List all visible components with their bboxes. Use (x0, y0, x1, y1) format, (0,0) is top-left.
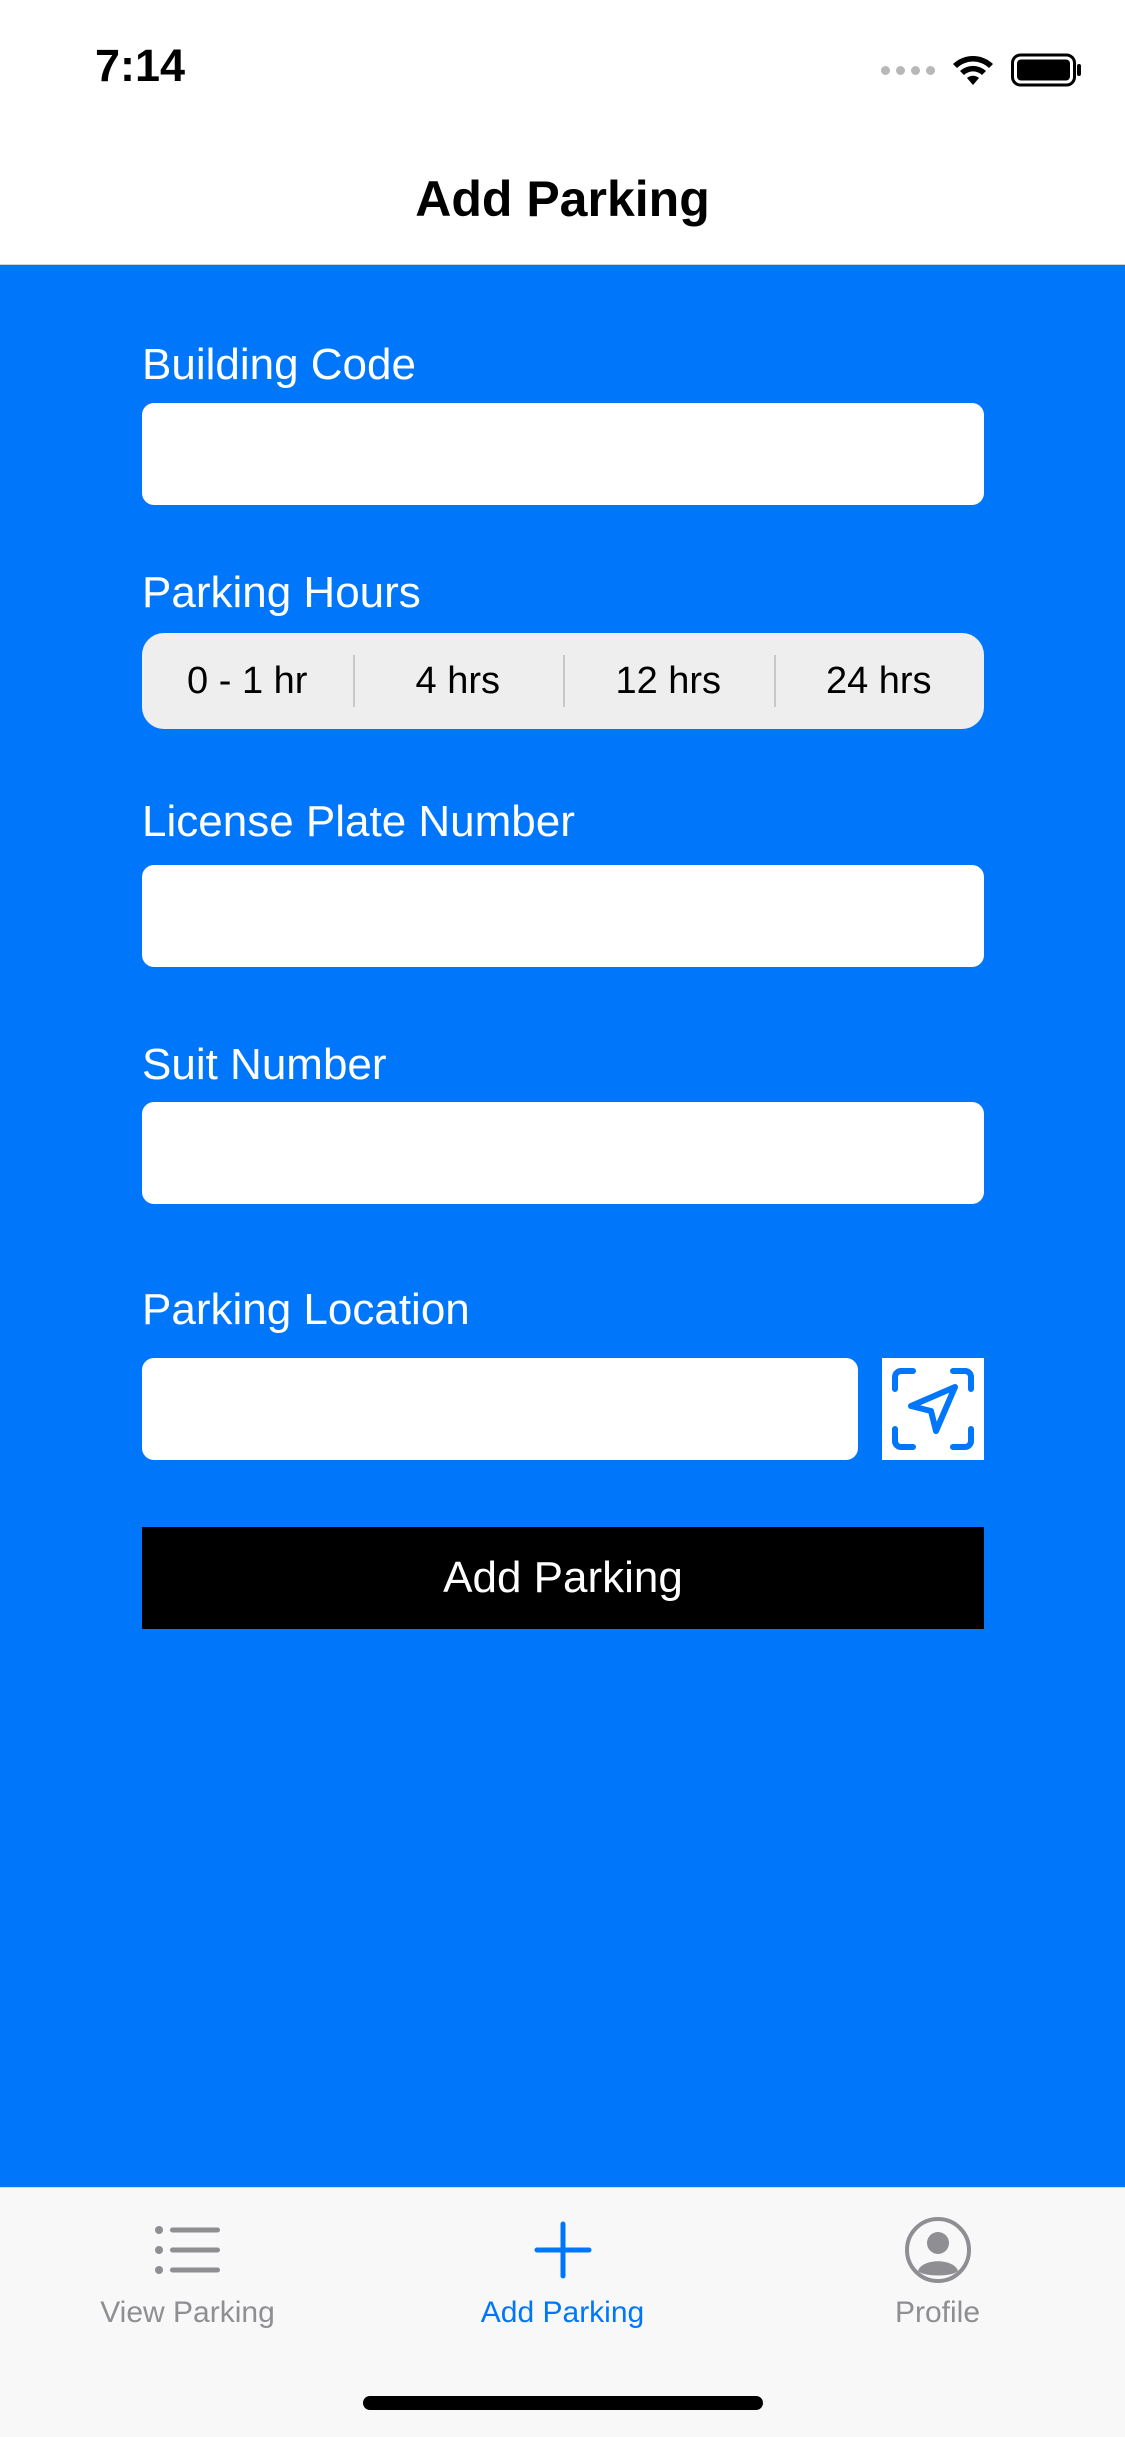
tab-add-parking-label: Add Parking (480, 2296, 645, 2329)
parking-hours-label: Parking Hours (142, 568, 421, 617)
segment-12-hrs[interactable]: 12 hrs (563, 633, 774, 729)
signal-icon (881, 65, 935, 75)
building-code-input[interactable] (142, 403, 984, 505)
building-code-label: Building Code (142, 340, 416, 389)
suit-number-label: Suit Number (142, 1040, 387, 1089)
page-title: Add Parking (415, 171, 710, 227)
parking-hours-segmented-control: 0 - 1 hr 4 hrs 12 hrs 24 hrs (142, 633, 984, 729)
navigation-bar: Add Parking (0, 132, 1125, 265)
battery-icon (1011, 53, 1081, 87)
segment-4-hrs[interactable]: 4 hrs (352, 633, 564, 729)
list-icon (154, 2226, 220, 2274)
tab-view-parking[interactable]: View Parking (0, 2188, 375, 2348)
status-bar: 7:14 (0, 0, 1125, 132)
current-location-button[interactable] (882, 1358, 984, 1460)
add-parking-button[interactable]: Add Parking (142, 1527, 984, 1629)
license-plate-label: License Plate Number (142, 797, 575, 846)
tab-view-parking-label: View Parking (100, 2296, 275, 2329)
parking-location-label: Parking Location (142, 1285, 470, 1334)
status-icons (881, 48, 1083, 92)
status-time: 7:14 (95, 40, 186, 91)
location-arrow-icon (892, 1368, 974, 1450)
segment-0-1-hr[interactable]: 0 - 1 hr (142, 633, 353, 729)
tab-add-parking[interactable]: Add Parking (375, 2188, 750, 2348)
add-parking-form: Building Code Parking Hours 0 - 1 hr 4 h… (0, 265, 1125, 2187)
suit-number-input[interactable] (142, 1102, 984, 1204)
parking-location-input[interactable] (142, 1358, 858, 1460)
home-indicator (363, 2396, 763, 2410)
person-circle-icon (904, 2217, 971, 2283)
segment-24-hrs[interactable]: 24 hrs (773, 633, 985, 729)
tab-profile-label: Profile (894, 2296, 981, 2329)
tab-profile[interactable]: Profile (750, 2188, 1125, 2348)
wifi-icon (953, 56, 993, 85)
plus-icon (534, 2221, 591, 2279)
license-plate-input[interactable] (142, 865, 984, 967)
